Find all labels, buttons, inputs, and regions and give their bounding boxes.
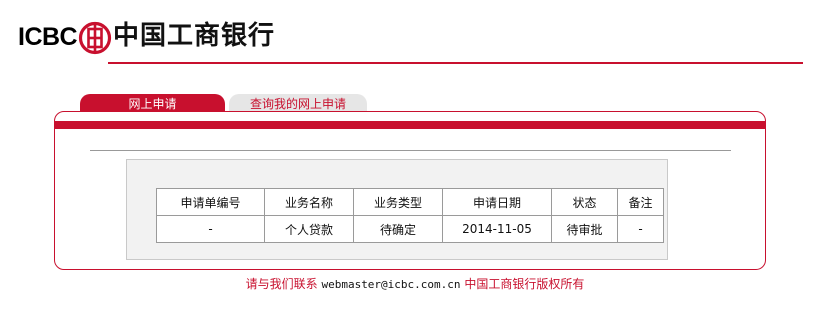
cell-application-number: - [156, 215, 265, 243]
panel-divider [90, 150, 731, 151]
cell-business-name: 个人贷款 [264, 215, 354, 243]
column-header-application-date: 申请日期 [442, 188, 552, 216]
icbc-logo-text: ICBC [18, 23, 78, 51]
column-header-remarks: 备注 [617, 188, 664, 216]
table-header-row: 申请单编号 业务名称 业务类型 申请日期 状态 备注 [156, 188, 664, 216]
copyright-text: 中国工商银行版权所有 [464, 277, 585, 291]
cell-remarks: - [617, 215, 664, 243]
column-header-application-number: 申请单编号 [156, 188, 265, 216]
column-header-status: 状态 [551, 188, 618, 216]
header-divider [108, 62, 803, 64]
webmaster-email-link[interactable]: webmaster@icbc.com.cn [321, 278, 460, 291]
page-footer: 请与我们联系 webmaster@icbc.com.cn 中国工商银行版权所有 [0, 276, 830, 293]
applications-table: 申请单编号 业务名称 业务类型 申请日期 状态 备注 - 个人贷款 待确定 20… [156, 188, 664, 243]
table-row[interactable]: - 个人贷款 待确定 2014-11-05 待审批 - [156, 215, 664, 243]
cell-application-date: 2014-11-05 [442, 215, 552, 243]
panel-header-bar [54, 121, 766, 129]
cell-status: 待审批 [551, 215, 618, 243]
tab-online-application[interactable]: 网上申请 [80, 94, 225, 112]
column-header-business-name: 业务名称 [264, 188, 354, 216]
bank-name: 中国工商银行 [113, 21, 276, 51]
page-header: ICBC 中国工商银行 [0, 0, 830, 70]
cell-business-type: 待确定 [353, 215, 443, 243]
tab-query-my-applications[interactable]: 查询我的网上申请 [229, 94, 367, 112]
icbc-seal-icon [78, 21, 112, 55]
contact-us-label: 请与我们联系 [245, 277, 318, 291]
column-header-business-type: 业务类型 [353, 188, 443, 216]
